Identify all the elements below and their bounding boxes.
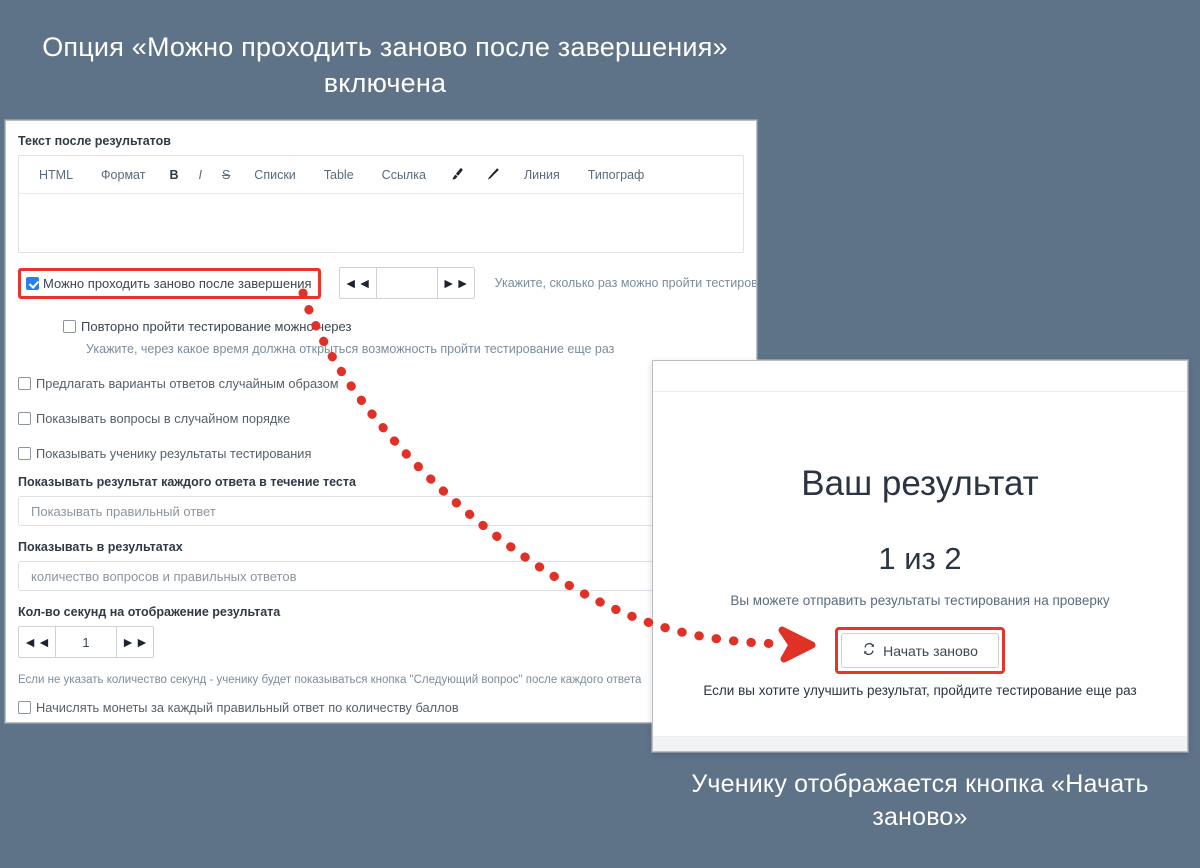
retake-count-stepper[interactable]: ◄◄ ►► (338, 267, 475, 299)
double-chevron-left-icon[interactable]: ◄◄ (340, 268, 377, 298)
toolbar-strikethrough-button[interactable]: S (212, 168, 240, 182)
random-answers-checkbox[interactable] (18, 377, 31, 390)
retake-delay-label: Повторно пройти тестирование можно через (81, 319, 352, 334)
caption-option-enabled: Опция «Можно проходить заново после заве… (42, 32, 728, 98)
editor-toolbar: HTML Формат B I S Списки Table Ссылка Ли… (19, 156, 743, 194)
toolbar-italic-button[interactable]: I (188, 168, 211, 182)
retake-count-hint: Укажите, сколько раз можно пройти тестир… (494, 276, 757, 290)
toolbar-lists-button[interactable]: Списки (240, 168, 309, 182)
brush-icon[interactable] (440, 167, 475, 182)
test-settings-panel: Текст после результатов HTML Формат B I … (5, 120, 757, 723)
toolbar-line-button[interactable]: Линия (510, 168, 574, 182)
toolbar-table-button[interactable]: Table (310, 168, 368, 182)
seconds-label: Кол-во секунд на отображение результата (18, 605, 281, 619)
result-panel-topbar (653, 361, 1187, 392)
coins-label: Начислять монеты за каждый правильный от… (36, 700, 459, 715)
rich-text-editor: HTML Формат B I S Списки Table Ссылка Ли… (18, 155, 744, 253)
double-chevron-right-icon[interactable]: ►► (116, 627, 153, 657)
toolbar-format-button[interactable]: Формат (87, 168, 159, 182)
show-results-label: Показывать ученику результаты тестирован… (36, 446, 312, 461)
restart-button[interactable]: Начать заново (841, 633, 999, 668)
retake-checkbox[interactable] (26, 276, 39, 290)
toolbar-link-button[interactable]: Ссылка (368, 168, 440, 182)
random-questions-label: Показывать вопросы в случайном порядке (36, 411, 291, 426)
result-panel-footer (653, 736, 1187, 751)
student-result-panel: Ваш результат 1 из 2 Вы можете отправить… (652, 360, 1188, 752)
retake-checkbox-label: Можно проходить заново после завершения (43, 275, 312, 291)
result-hint: Если вы хотите улучшить результат, пройд… (703, 683, 1137, 698)
coins-checkbox[interactable] (18, 701, 31, 714)
show-in-results-select[interactable]: количество вопросов и правильных ответов (18, 561, 663, 591)
caption-restart-button-visible: Ученику отображается кнопка «Начать зано… (691, 770, 1149, 831)
editor-label: Текст после результатов (18, 134, 171, 148)
result-score: 1 из 2 (878, 541, 962, 576)
option-row-random-answers: Предлагать варианты ответов случайным об… (18, 376, 744, 391)
show-in-results-label: Показывать в результатах (18, 540, 183, 554)
toolbar-html-button[interactable]: HTML (25, 168, 87, 182)
result-subtext: Вы можете отправить результаты тестирова… (730, 593, 1110, 608)
double-chevron-right-icon[interactable]: ►► (436, 268, 474, 298)
seconds-note: Если не указать количество секунд - учен… (18, 674, 642, 686)
retake-delay-row: Повторно пройти тестирование можно через (63, 319, 744, 334)
result-panel-body: Ваш результат 1 из 2 Вы можете отправить… (653, 392, 1187, 698)
refresh-icon (862, 642, 876, 659)
retake-delay-checkbox[interactable] (63, 320, 76, 333)
option-row-random-questions: Показывать вопросы в случайном порядке (18, 411, 744, 426)
answer-result-label: Показывать результат каждого ответа в те… (18, 475, 356, 489)
seconds-stepper[interactable]: ◄◄ 1 ►► (18, 626, 154, 658)
editor-content-area[interactable] (19, 194, 743, 252)
result-title: Ваш результат (801, 464, 1039, 503)
option-row-coins: Начислять монеты за каждый правильный от… (18, 700, 744, 715)
pencil-icon[interactable] (475, 167, 510, 182)
random-answers-label: Предлагать варианты ответов случайным об… (36, 376, 339, 391)
double-chevron-left-icon[interactable]: ◄◄ (19, 627, 56, 657)
random-questions-checkbox[interactable] (18, 412, 31, 425)
toolbar-typograf-button[interactable]: Типограф (574, 168, 659, 182)
restart-button-label: Начать заново (883, 642, 978, 659)
retake-highlight-box: Можно проходить заново после завершения (18, 267, 321, 299)
seconds-value[interactable]: 1 (56, 627, 116, 657)
show-results-checkbox[interactable] (18, 447, 31, 460)
option-row-show-results: Показывать ученику результаты тестирован… (18, 446, 744, 461)
toolbar-bold-button[interactable]: B (159, 168, 188, 182)
answer-result-select[interactable]: Показывать правильный ответ (18, 496, 663, 526)
retake-delay-hint: Укажите, через какое время должна открыт… (86, 342, 615, 356)
retake-count-value[interactable] (377, 268, 437, 298)
restart-highlight-box: Начать заново (835, 627, 1005, 674)
retake-setting-row: Можно проходить заново после завершения … (18, 267, 756, 299)
